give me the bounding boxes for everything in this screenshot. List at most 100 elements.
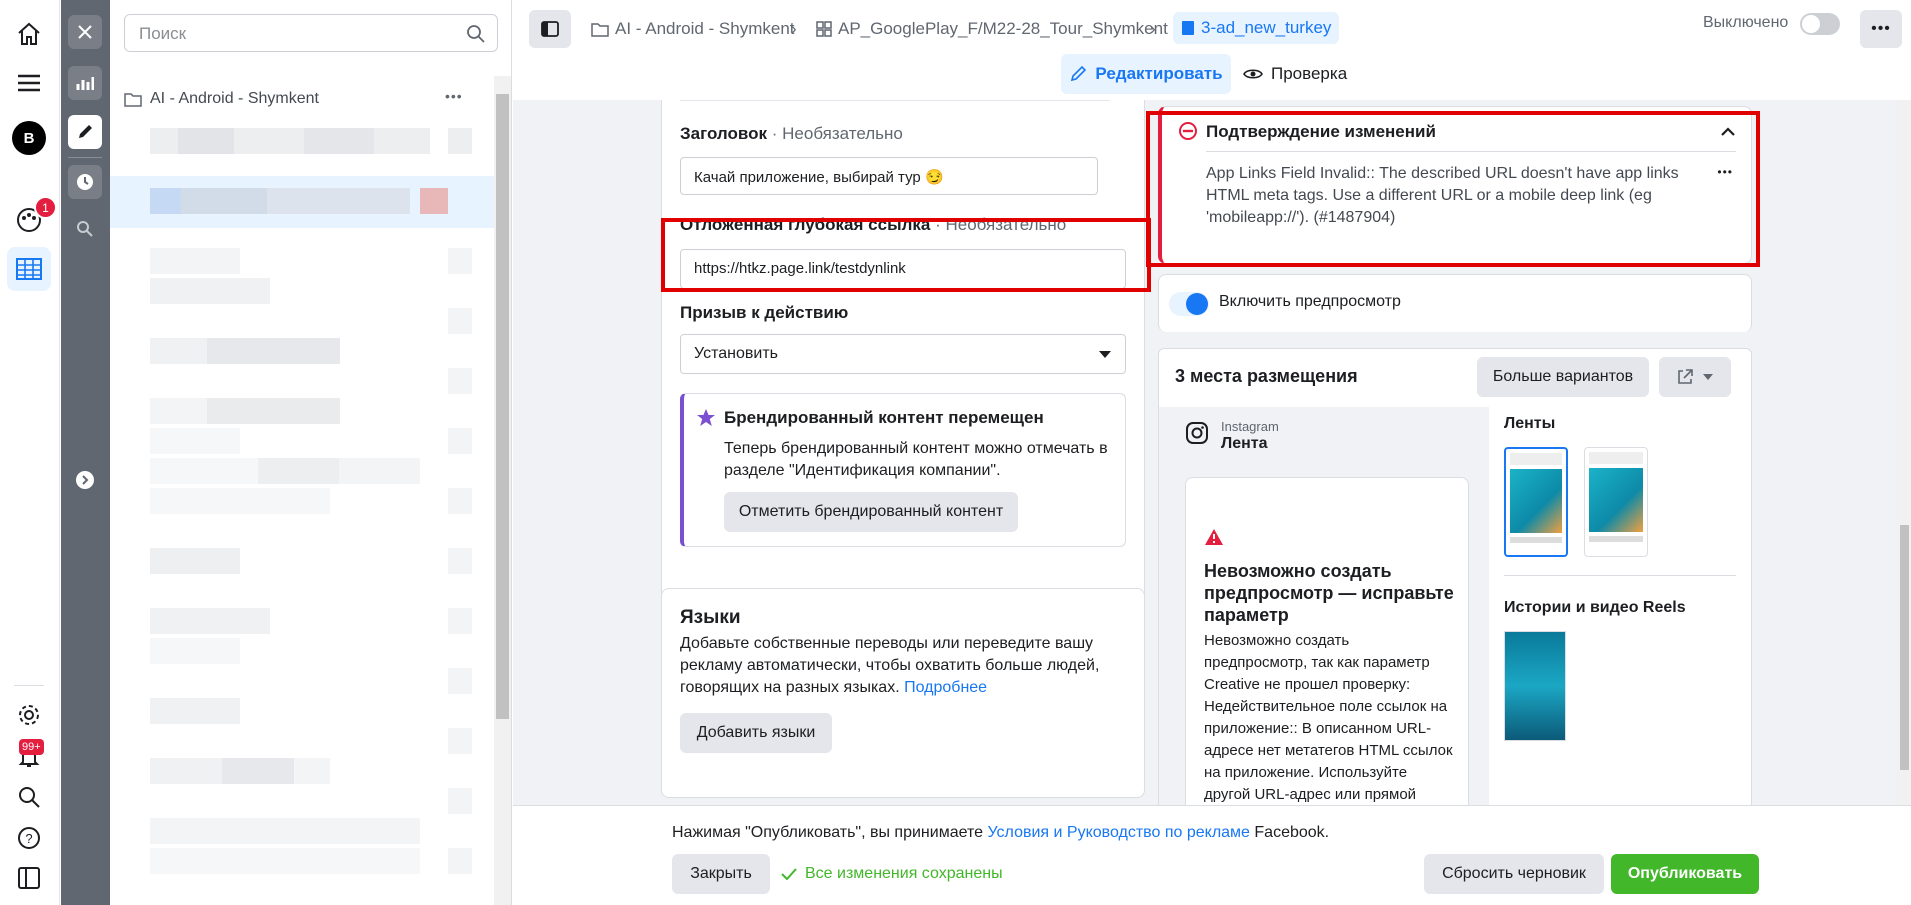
editor-footer: Нажимая "Опубликовать", вы принимаете Ус… <box>513 805 1911 905</box>
feed-thumbnail[interactable] <box>1584 447 1648 557</box>
blurred-tree-cell <box>420 188 448 214</box>
feeds-title: Ленты <box>1504 415 1556 432</box>
star-icon <box>697 409 715 426</box>
languages-learn-more-link[interactable]: Подробнее <box>904 679 987 696</box>
open-external-icon[interactable] <box>1659 357 1731 397</box>
tree-more-icon[interactable]: ••• <box>445 88 463 104</box>
tab-edit[interactable]: Редактировать <box>1061 54 1231 94</box>
home-icon[interactable] <box>12 17 46 51</box>
blurred-tree-row <box>150 848 420 874</box>
languages-title: Языки <box>680 607 741 628</box>
strip-divider <box>68 157 102 158</box>
notifications-count-badge: 99+ <box>19 739 44 755</box>
check-icon <box>781 868 797 880</box>
ad-status-toggle[interactable] <box>1800 13 1840 35</box>
branded-text: Теперь брендированный контент можно отме… <box>724 440 1108 479</box>
tag-branded-content-button[interactable]: Отметить брендированный контент <box>724 492 1018 532</box>
search-icon[interactable] <box>12 780 46 814</box>
preview-error-card: Невозможно создать предпросмотр — исправ… <box>1185 477 1469 805</box>
tree-campaign-row[interactable]: AI - Android - Shymkent <box>124 90 319 108</box>
close-icon[interactable] <box>68 15 102 49</box>
sidebar-panel-icon[interactable] <box>529 10 571 48</box>
tab-review[interactable]: Проверка <box>1243 54 1347 94</box>
cta-select[interactable]: Установить <box>680 334 1126 374</box>
folder-icon <box>124 92 142 107</box>
saved-status-label: Все изменения сохранены <box>805 865 1003 882</box>
blurred-tree-row <box>150 278 270 304</box>
stories-thumbnail[interactable] <box>1504 631 1566 741</box>
blurred-tree-row <box>150 128 430 154</box>
tree-scrollbar[interactable] <box>494 76 511 905</box>
folder-icon <box>591 22 609 37</box>
settings-gear-icon[interactable] <box>12 698 46 732</box>
blurred-tree-row <box>150 458 420 484</box>
deeplink-highlight-box <box>661 218 1151 292</box>
content-scrollbar[interactable] <box>1897 100 1911 805</box>
breadcrumb-ad[interactable]: 3-ad_new_turkey <box>1173 12 1340 44</box>
blurred-tree-row <box>150 428 240 454</box>
breadcrumb-campaign[interactable]: AI - Android - Shymkent <box>591 19 795 39</box>
blurred-tree-row <box>150 188 410 214</box>
close-button[interactable]: Закрыть <box>672 854 770 894</box>
app-icon-rail: B 1 99+ ? <box>0 0 60 905</box>
tab-edit-label: Редактировать <box>1095 64 1223 83</box>
tree-scrollbar-thumb[interactable] <box>496 94 509 719</box>
blurred-tree-row <box>150 698 240 724</box>
preview-toggle-label: Включить предпросмотр <box>1219 293 1401 310</box>
headline-input[interactable]: Качай приложение, выбирай тур 😏 <box>680 157 1098 195</box>
preview-error-text: Невозможно создать предпросмотр, так как… <box>1204 632 1453 803</box>
instagram-icon <box>1186 422 1208 444</box>
grid-icon <box>816 21 832 37</box>
avatar[interactable]: B <box>12 121 46 155</box>
inspect-icon[interactable] <box>68 212 102 246</box>
branded-title: Брендированный контент перемещен <box>724 408 1044 427</box>
blurred-tree-row <box>150 248 240 274</box>
cta-select-value: Установить <box>694 345 778 362</box>
more-options-icon[interactable]: ••• <box>1860 10 1902 48</box>
ads-manager-table-icon[interactable] <box>7 247 51 291</box>
history-clock-icon[interactable] <box>68 165 102 199</box>
breadcrumb-adset-label: AP_GooglePlay_F/M22-28_Tour_Shymkent <box>838 19 1168 38</box>
preview-toggle[interactable] <box>1169 292 1209 316</box>
blurred-tree-row <box>150 398 340 424</box>
publish-button[interactable]: Опубликовать <box>1611 854 1759 894</box>
blurred-tree-cell <box>448 128 472 154</box>
preview-toggle-row: Включить предпросмотр <box>1158 274 1752 332</box>
preview-panel: 3 места размещения Больше вариантов Inst… <box>1158 348 1752 805</box>
expand-chevron-icon[interactable] <box>68 463 102 497</box>
blurred-tree-row <box>150 488 330 514</box>
svg-text:?: ? <box>25 831 32 846</box>
breadcrumb-adset[interactable]: AP_GooglePlay_F/M22-28_Tour_Shymkent <box>816 19 1168 39</box>
add-languages-button[interactable]: Добавить языки <box>680 713 832 753</box>
edit-pencil-icon[interactable] <box>68 115 102 149</box>
sidebar-toggle-icon[interactable] <box>12 861 46 895</box>
menu-icon[interactable] <box>12 66 46 100</box>
placement-label: Лента <box>1221 435 1268 452</box>
caret-down-icon <box>1703 374 1713 380</box>
pencil-icon <box>1071 65 1087 82</box>
reset-draft-button[interactable]: Сбросить черновик <box>1424 854 1604 894</box>
caret-down-icon <box>1099 351 1111 358</box>
campaign-tree-panel: Поиск AI - Android - Shymkent ••• <box>110 0 512 905</box>
feed-thumbnail-selected[interactable] <box>1504 447 1568 557</box>
more-variants-button[interactable]: Больше вариантов <box>1477 357 1649 397</box>
search-input[interactable]: Поиск <box>124 14 498 52</box>
blurred-tree-row <box>150 818 420 844</box>
blurred-tree-column <box>448 248 472 888</box>
search-placeholder: Поиск <box>139 24 187 43</box>
editor-topbar: AI - Android - Shymkent › AP_GooglePlay_… <box>513 0 1911 100</box>
search-icon <box>467 25 485 43</box>
terms-text: Нажимая "Опубликовать", вы принимаете Ус… <box>672 824 1330 841</box>
breadcrumb-campaign-label: AI - Android - Shymkent <box>615 19 795 38</box>
blurred-tree-row <box>150 758 330 784</box>
content-scrollbar-thumb[interactable] <box>1900 525 1909 770</box>
chart-icon[interactable] <box>68 66 102 100</box>
notification-badge: 1 <box>34 196 57 219</box>
help-icon[interactable]: ? <box>12 821 46 855</box>
blurred-tree-row <box>150 638 240 664</box>
languages-text: Добавьте собственные переводы или переве… <box>680 635 1100 696</box>
terms-link[interactable]: Условия и Руководство по рекламе <box>987 824 1250 841</box>
status-label: Выключено <box>1703 14 1789 31</box>
eye-icon <box>1243 69 1263 79</box>
confirm-highlight-box <box>1146 111 1760 267</box>
